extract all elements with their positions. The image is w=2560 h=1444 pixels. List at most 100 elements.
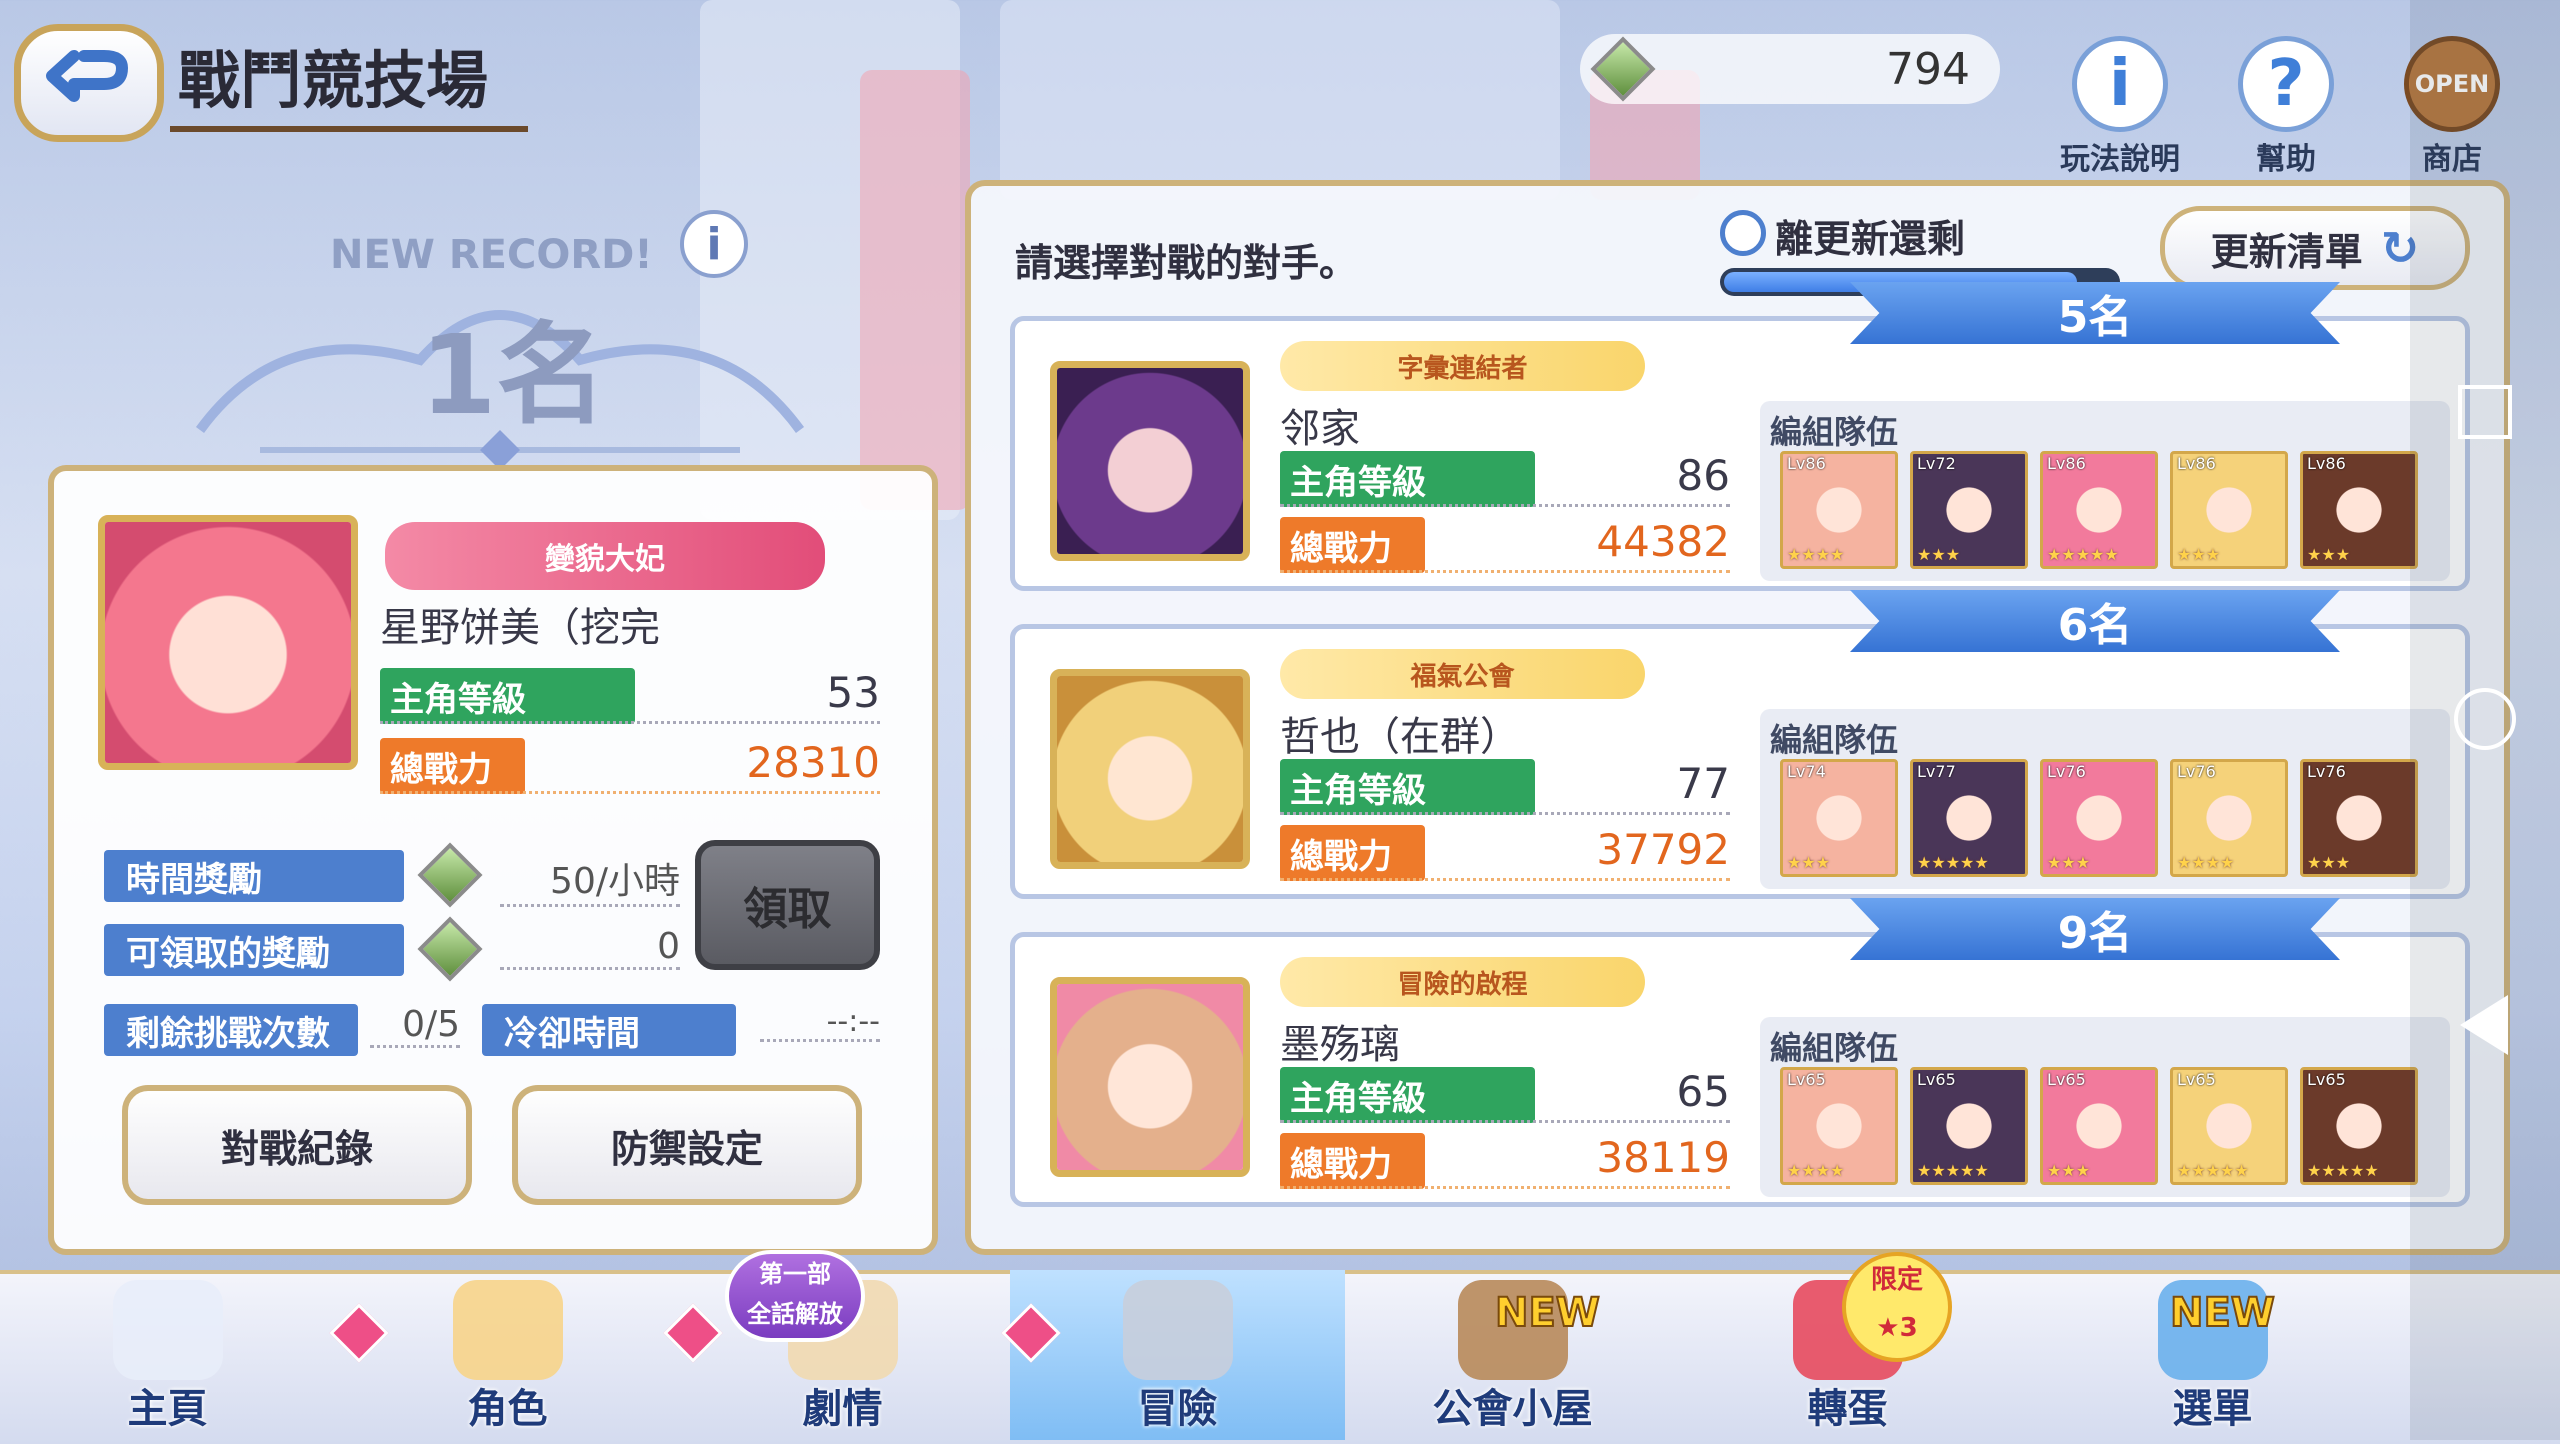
nav-item-0[interactable]: 主頁 bbox=[0, 1270, 335, 1440]
player-power: 28310 bbox=[746, 738, 880, 787]
opponent-level-label: 主角等級 bbox=[1280, 759, 1535, 815]
swords-icon bbox=[1122, 1280, 1233, 1380]
team-member-portrait: Lv76 ★★★ bbox=[2040, 759, 2158, 877]
opponent-card[interactable]: 福氣公會 哲也（在群） 主角等級 77 總戰力 37792 編組隊伍 Lv74 … bbox=[1010, 624, 2470, 899]
player-power-label: 總戰力 bbox=[380, 738, 525, 794]
help-label: 幫助 bbox=[2256, 142, 2316, 177]
record-info-icon[interactable]: i bbox=[680, 210, 748, 278]
nav-item-3[interactable]: 冒險 bbox=[1010, 1270, 1345, 1440]
time-reward-value: 50/小時 bbox=[500, 852, 680, 907]
member-stars: ★★★ bbox=[2307, 545, 2351, 564]
guild-banner: 冒險的啟程 bbox=[1280, 957, 1645, 1007]
page-title: 戰鬥競技場 bbox=[170, 30, 529, 132]
cooldown-label: 冷卻時間 bbox=[482, 1004, 736, 1056]
member-level: Lv65 bbox=[1787, 1070, 1826, 1089]
member-level: Lv65 bbox=[2177, 1070, 2216, 1089]
opponent-power-row: 總戰力 44382 bbox=[1280, 517, 1730, 573]
new-record-label: NEW RECORD! bbox=[330, 232, 653, 278]
member-level: Lv76 bbox=[2307, 762, 2346, 781]
opponent-power: 44382 bbox=[1596, 517, 1730, 566]
opponent-level: 65 bbox=[1676, 1067, 1730, 1116]
recent-apps-icon[interactable] bbox=[2458, 385, 2512, 439]
member-stars: ★★★★★ bbox=[2047, 545, 2119, 564]
opponent-power-label: 總戰力 bbox=[1280, 1133, 1425, 1189]
opponent-name: 墨殇璃 bbox=[1280, 1022, 1400, 1068]
team-member-portrait: Lv65 ★★★★★ bbox=[2170, 1067, 2288, 1185]
claimable-value: 0 bbox=[500, 926, 680, 970]
guild-banner: 福氣公會 bbox=[1280, 649, 1645, 699]
team-member-portrait: Lv65 ★★★★★ bbox=[2300, 1067, 2418, 1185]
story-badge: 第一部 全話解放 bbox=[725, 1250, 865, 1342]
opponent-team: 編組隊伍 Lv86 ★★★★ Lv72 ★★★ Lv86 ★★★★★ Lv86 … bbox=[1760, 401, 2450, 581]
member-stars: ★★★ bbox=[1787, 853, 1831, 872]
nav-item-1[interactable]: 角色 bbox=[340, 1270, 675, 1440]
help-button[interactable]: ? 幫助 bbox=[2226, 36, 2346, 178]
member-level: Lv65 bbox=[1917, 1070, 1956, 1089]
member-level: Lv86 bbox=[2307, 454, 2346, 473]
opponent-rank-ribbon: 9名 bbox=[1850, 898, 2340, 960]
guild-banner: 字彙連結者 bbox=[1280, 341, 1645, 391]
opponent-power-row: 總戰力 38119 bbox=[1280, 1133, 1730, 1189]
nav-label: 公會小屋 bbox=[1432, 1386, 1593, 1432]
team-label: 編組隊伍 bbox=[1770, 413, 1899, 451]
member-level: Lv65 bbox=[2047, 1070, 2086, 1089]
member-level: Lv86 bbox=[1787, 454, 1826, 473]
team-member-portrait: Lv65 ★★★★ bbox=[1780, 1067, 1898, 1185]
opponent-name: 邻家 bbox=[1280, 406, 1360, 452]
player-level-label: 主角等級 bbox=[380, 668, 635, 724]
member-stars: ★★★★ bbox=[1787, 545, 1845, 564]
opponent-card[interactable]: 冒險的啟程 墨殇璃 主角等級 65 總戰力 38119 編組隊伍 Lv65 ★★… bbox=[1010, 932, 2470, 1207]
battle-history-button[interactable]: 對戰紀錄 bbox=[122, 1085, 472, 1205]
character-icon bbox=[452, 1280, 563, 1380]
opponent-level-row: 主角等級 65 bbox=[1280, 1067, 1730, 1123]
defense-setup-button[interactable]: 防禦設定 bbox=[512, 1085, 862, 1205]
player-level-row: 主角等級 53 bbox=[380, 668, 880, 724]
member-stars: ★★★★★ bbox=[2177, 1161, 2249, 1180]
member-level: Lv74 bbox=[1787, 762, 1826, 781]
opponent-level-label: 主角等級 bbox=[1280, 1067, 1535, 1123]
opponent-avatar bbox=[1050, 977, 1250, 1177]
nav-label: 角色 bbox=[467, 1386, 548, 1432]
system-nav-bar bbox=[2410, 0, 2560, 1440]
player-title-banner: 變貌大妃 bbox=[385, 522, 825, 590]
refresh-timer-label: 離更新還剩 bbox=[1775, 217, 1966, 261]
member-level: Lv65 bbox=[2307, 1070, 2346, 1089]
member-stars: ★★★★★ bbox=[1917, 1161, 1989, 1180]
team-member-portrait: Lv65 ★★★★★ bbox=[1910, 1067, 2028, 1185]
opponent-level-label: 主角等級 bbox=[1280, 451, 1535, 507]
gem-counter: 794 bbox=[1580, 34, 2000, 104]
player-power-row: 總戰力 28310 bbox=[380, 738, 880, 794]
claim-button[interactable]: 領取 bbox=[695, 840, 880, 970]
nav-label: 轉蛋 bbox=[1807, 1386, 1888, 1432]
remaining-value: 0/5 bbox=[370, 1004, 460, 1048]
home-icon[interactable] bbox=[2454, 688, 2516, 750]
howto-label: 玩法說明 bbox=[2060, 142, 2180, 177]
back-nav-icon[interactable] bbox=[2460, 995, 2508, 1055]
opponent-power: 38119 bbox=[1596, 1133, 1730, 1182]
opponent-name: 哲也（在群） bbox=[1280, 714, 1520, 760]
opponent-card[interactable]: 字彙連結者 邻家 主角等級 86 總戰力 44382 編組隊伍 Lv86 ★★★… bbox=[1010, 316, 2470, 591]
member-level: Lv86 bbox=[2177, 454, 2216, 473]
howto-button[interactable]: i 玩法說明 bbox=[2060, 36, 2180, 178]
team-member-portrait: Lv74 ★★★ bbox=[1780, 759, 1898, 877]
player-name: 星野饼美（挖完 bbox=[380, 605, 660, 651]
back-button[interactable] bbox=[14, 24, 164, 142]
time-reward-label: 時間獎勵 bbox=[104, 850, 404, 902]
member-level: Lv76 bbox=[2047, 762, 2086, 781]
opponent-rank-ribbon: 5名 bbox=[1850, 282, 2340, 344]
team-member-portrait: Lv86 ★★★★ bbox=[1780, 451, 1898, 569]
member-level: Lv72 bbox=[1917, 454, 1956, 473]
member-stars: ★★★★★ bbox=[1917, 853, 1989, 872]
guild-new-tag: NEW bbox=[1494, 1289, 1601, 1337]
team-member-portrait: Lv77 ★★★★★ bbox=[1910, 759, 2028, 877]
opponent-power-row: 總戰力 37792 bbox=[1280, 825, 1730, 881]
opponent-team: 編組隊伍 Lv65 ★★★★ Lv65 ★★★★★ Lv65 ★★★ Lv65 … bbox=[1760, 1017, 2450, 1197]
menu-new-tag: NEW bbox=[2169, 1289, 2276, 1337]
clock-icon bbox=[1720, 210, 1766, 256]
info-icon: i bbox=[2072, 36, 2168, 132]
team-member-portrait: Lv86 ★★★★★ bbox=[2040, 451, 2158, 569]
refresh-list-label: 更新清單 bbox=[2210, 229, 2363, 274]
team-member-portrait: Lv65 ★★★ bbox=[2040, 1067, 2158, 1185]
team-member-portrait: Lv76 ★★★ bbox=[2300, 759, 2418, 877]
member-stars: ★★★★ bbox=[1787, 1161, 1845, 1180]
